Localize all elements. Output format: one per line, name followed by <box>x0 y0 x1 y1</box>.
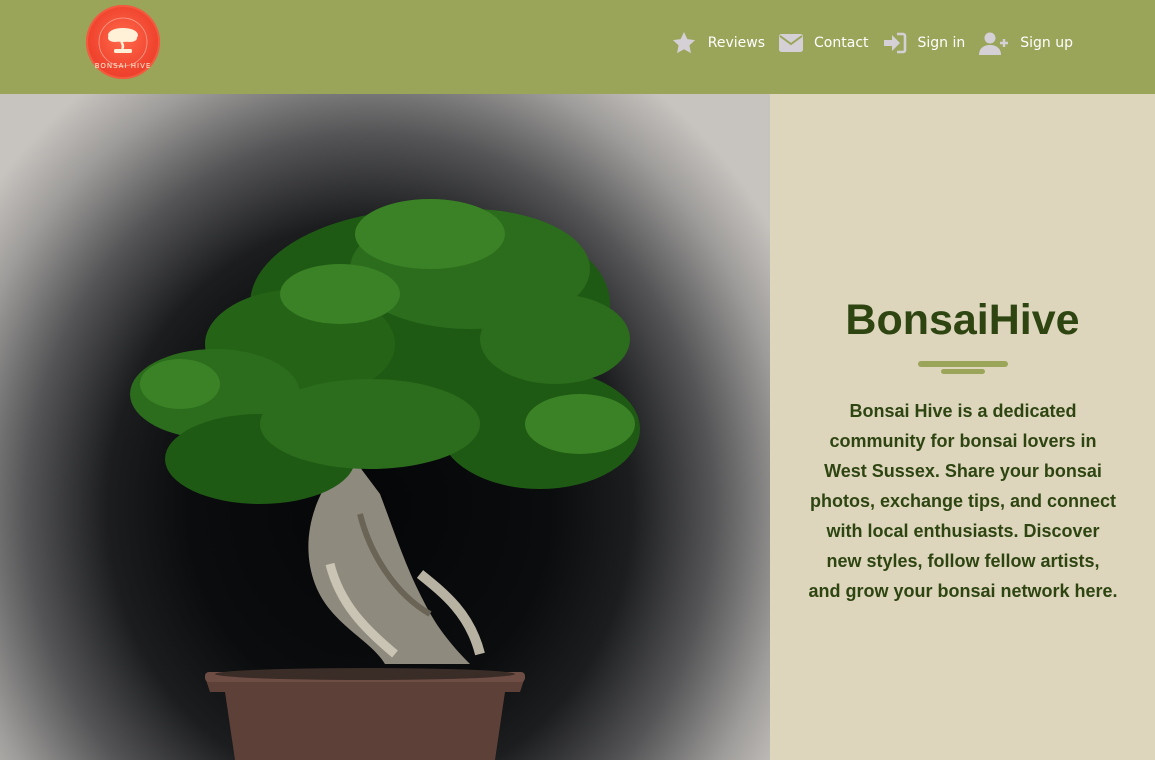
navbar: BONSAI HIVE Reviews Contact Sign in Sign… <box>0 0 1155 94</box>
divider-line-long <box>918 361 1008 367</box>
logo-text: BONSAI HIVE <box>94 62 152 70</box>
intro-panel: BonsaiHive Bonsai Hive is a dedicated co… <box>770 94 1155 760</box>
bonsai-tree-photo <box>130 199 640 760</box>
divider-line-short <box>941 369 985 374</box>
nav-reviews-label[interactable]: Reviews <box>708 35 765 51</box>
main-nav: Reviews Contact Sign in Sign up <box>671 30 1073 56</box>
nav-sign-in-label[interactable]: Sign in <box>918 35 966 51</box>
title-divider <box>917 359 1009 375</box>
nav-sign-up[interactable]: Sign up <box>979 31 1073 55</box>
nav-contact-label[interactable]: Contact <box>814 35 868 51</box>
page-title: BonsaiHive <box>845 296 1080 344</box>
nav-reviews[interactable]: Reviews <box>671 30 765 56</box>
hero-image <box>0 94 770 760</box>
sign-in-icon <box>883 32 906 54</box>
nav-sign-in[interactable]: Sign in <box>883 31 966 55</box>
envelope-icon <box>779 34 804 52</box>
nav-contact[interactable]: Contact <box>779 32 869 54</box>
user-plus-icon <box>979 32 1009 55</box>
site-description: Bonsai Hive is a dedicated community for… <box>808 401 1118 601</box>
nav-sign-up-label[interactable]: Sign up <box>1020 35 1073 51</box>
bonsai-hive-logo[interactable]: BONSAI HIVE <box>86 5 160 79</box>
star-icon <box>672 31 695 54</box>
